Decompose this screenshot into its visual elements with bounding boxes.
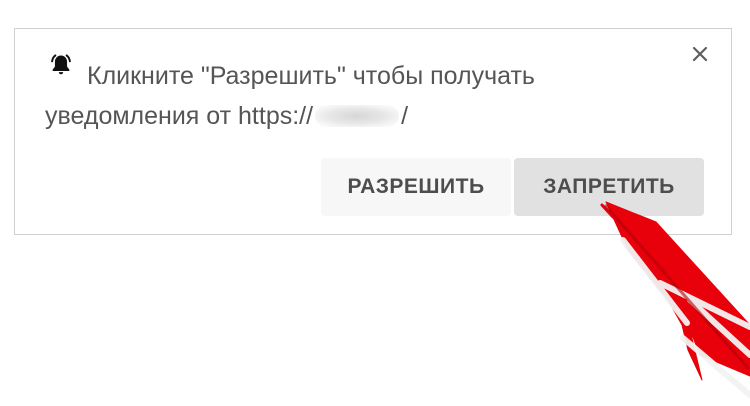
blurred-domain [315, 105, 400, 127]
message-text: Кликните "Разрешить" чтобы получать увед… [45, 62, 535, 130]
notification-permission-dialog: Кликните "Разрешить" чтобы получать увед… [14, 28, 732, 235]
notification-message: Кликните "Разрешить" чтобы получать увед… [45, 56, 665, 136]
block-button[interactable]: ЗАПРЕТИТЬ [514, 158, 704, 216]
page: Кликните "Разрешить" чтобы получать увед… [0, 0, 750, 406]
close-icon[interactable] [689, 43, 711, 65]
message-suffix: / [401, 102, 409, 130]
allow-button[interactable]: РАЗРЕШИТЬ [321, 158, 511, 216]
